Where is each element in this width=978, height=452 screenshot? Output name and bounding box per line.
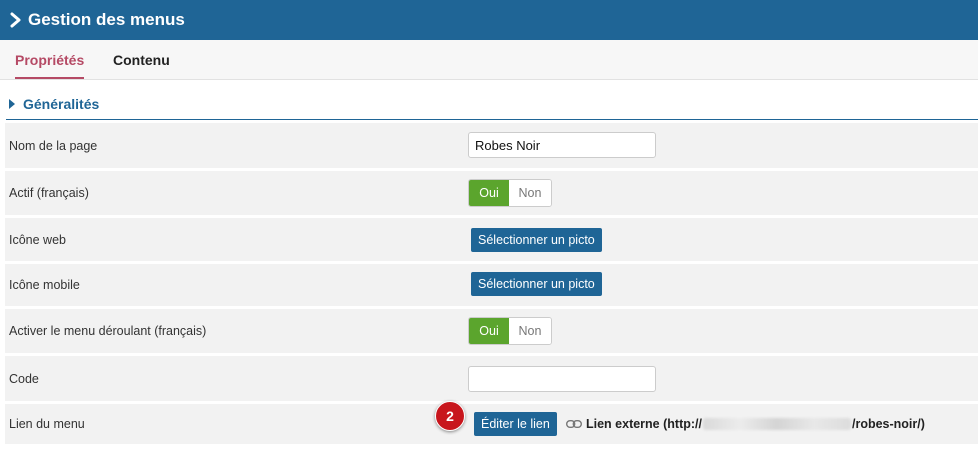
field-label: Icône web — [9, 232, 66, 247]
section-title: Généralités — [23, 95, 100, 112]
field-label: Icône mobile — [9, 278, 80, 292]
actif-toggle[interactable]: Oui Non — [468, 179, 552, 207]
toggle-non[interactable]: Non — [509, 318, 551, 344]
tab-proprietes[interactable]: Propriétés — [15, 40, 85, 79]
link-prefix: Lien externe (http:// — [586, 417, 702, 431]
section-header-generalites[interactable]: Généralités — [6, 88, 978, 120]
dropdown-toggle[interactable]: Oui Non — [468, 317, 552, 345]
tab-contenu[interactable]: Contenu — [113, 40, 170, 77]
caret-right-icon — [9, 98, 17, 109]
field-label: Activer le menu déroulant (français) — [9, 324, 207, 338]
select-picto-mobile-button[interactable]: Sélectionner un picto — [471, 272, 602, 296]
header-bar: Gestion des menus — [0, 0, 978, 40]
select-picto-web-button[interactable]: Sélectionner un picto — [471, 228, 602, 252]
edit-link-button[interactable]: Éditer le lien — [474, 412, 557, 436]
field-label: Code — [9, 371, 39, 386]
page-name-input[interactable] — [468, 132, 656, 158]
external-link-info: Lien externe (http:// /robes-noir/) — [566, 414, 925, 434]
callout-badge: 2 — [435, 401, 465, 431]
tab-bar: Propriétés Contenu — [0, 40, 978, 80]
field-label: Actif (français) — [9, 186, 89, 200]
code-input[interactable] — [468, 366, 656, 392]
toggle-oui[interactable]: Oui — [469, 318, 509, 344]
link-icon — [566, 419, 582, 429]
toggle-oui[interactable]: Oui — [469, 180, 509, 206]
page-title: Gestion des menus — [28, 10, 185, 29]
link-suffix: /robes-noir/) — [851, 417, 925, 431]
field-label: Lien du menu — [9, 417, 85, 431]
field-label: Nom de la page — [9, 138, 98, 153]
chevron-right-icon[interactable] — [10, 11, 24, 29]
redacted-domain — [702, 418, 851, 430]
toggle-non[interactable]: Non — [509, 180, 551, 206]
